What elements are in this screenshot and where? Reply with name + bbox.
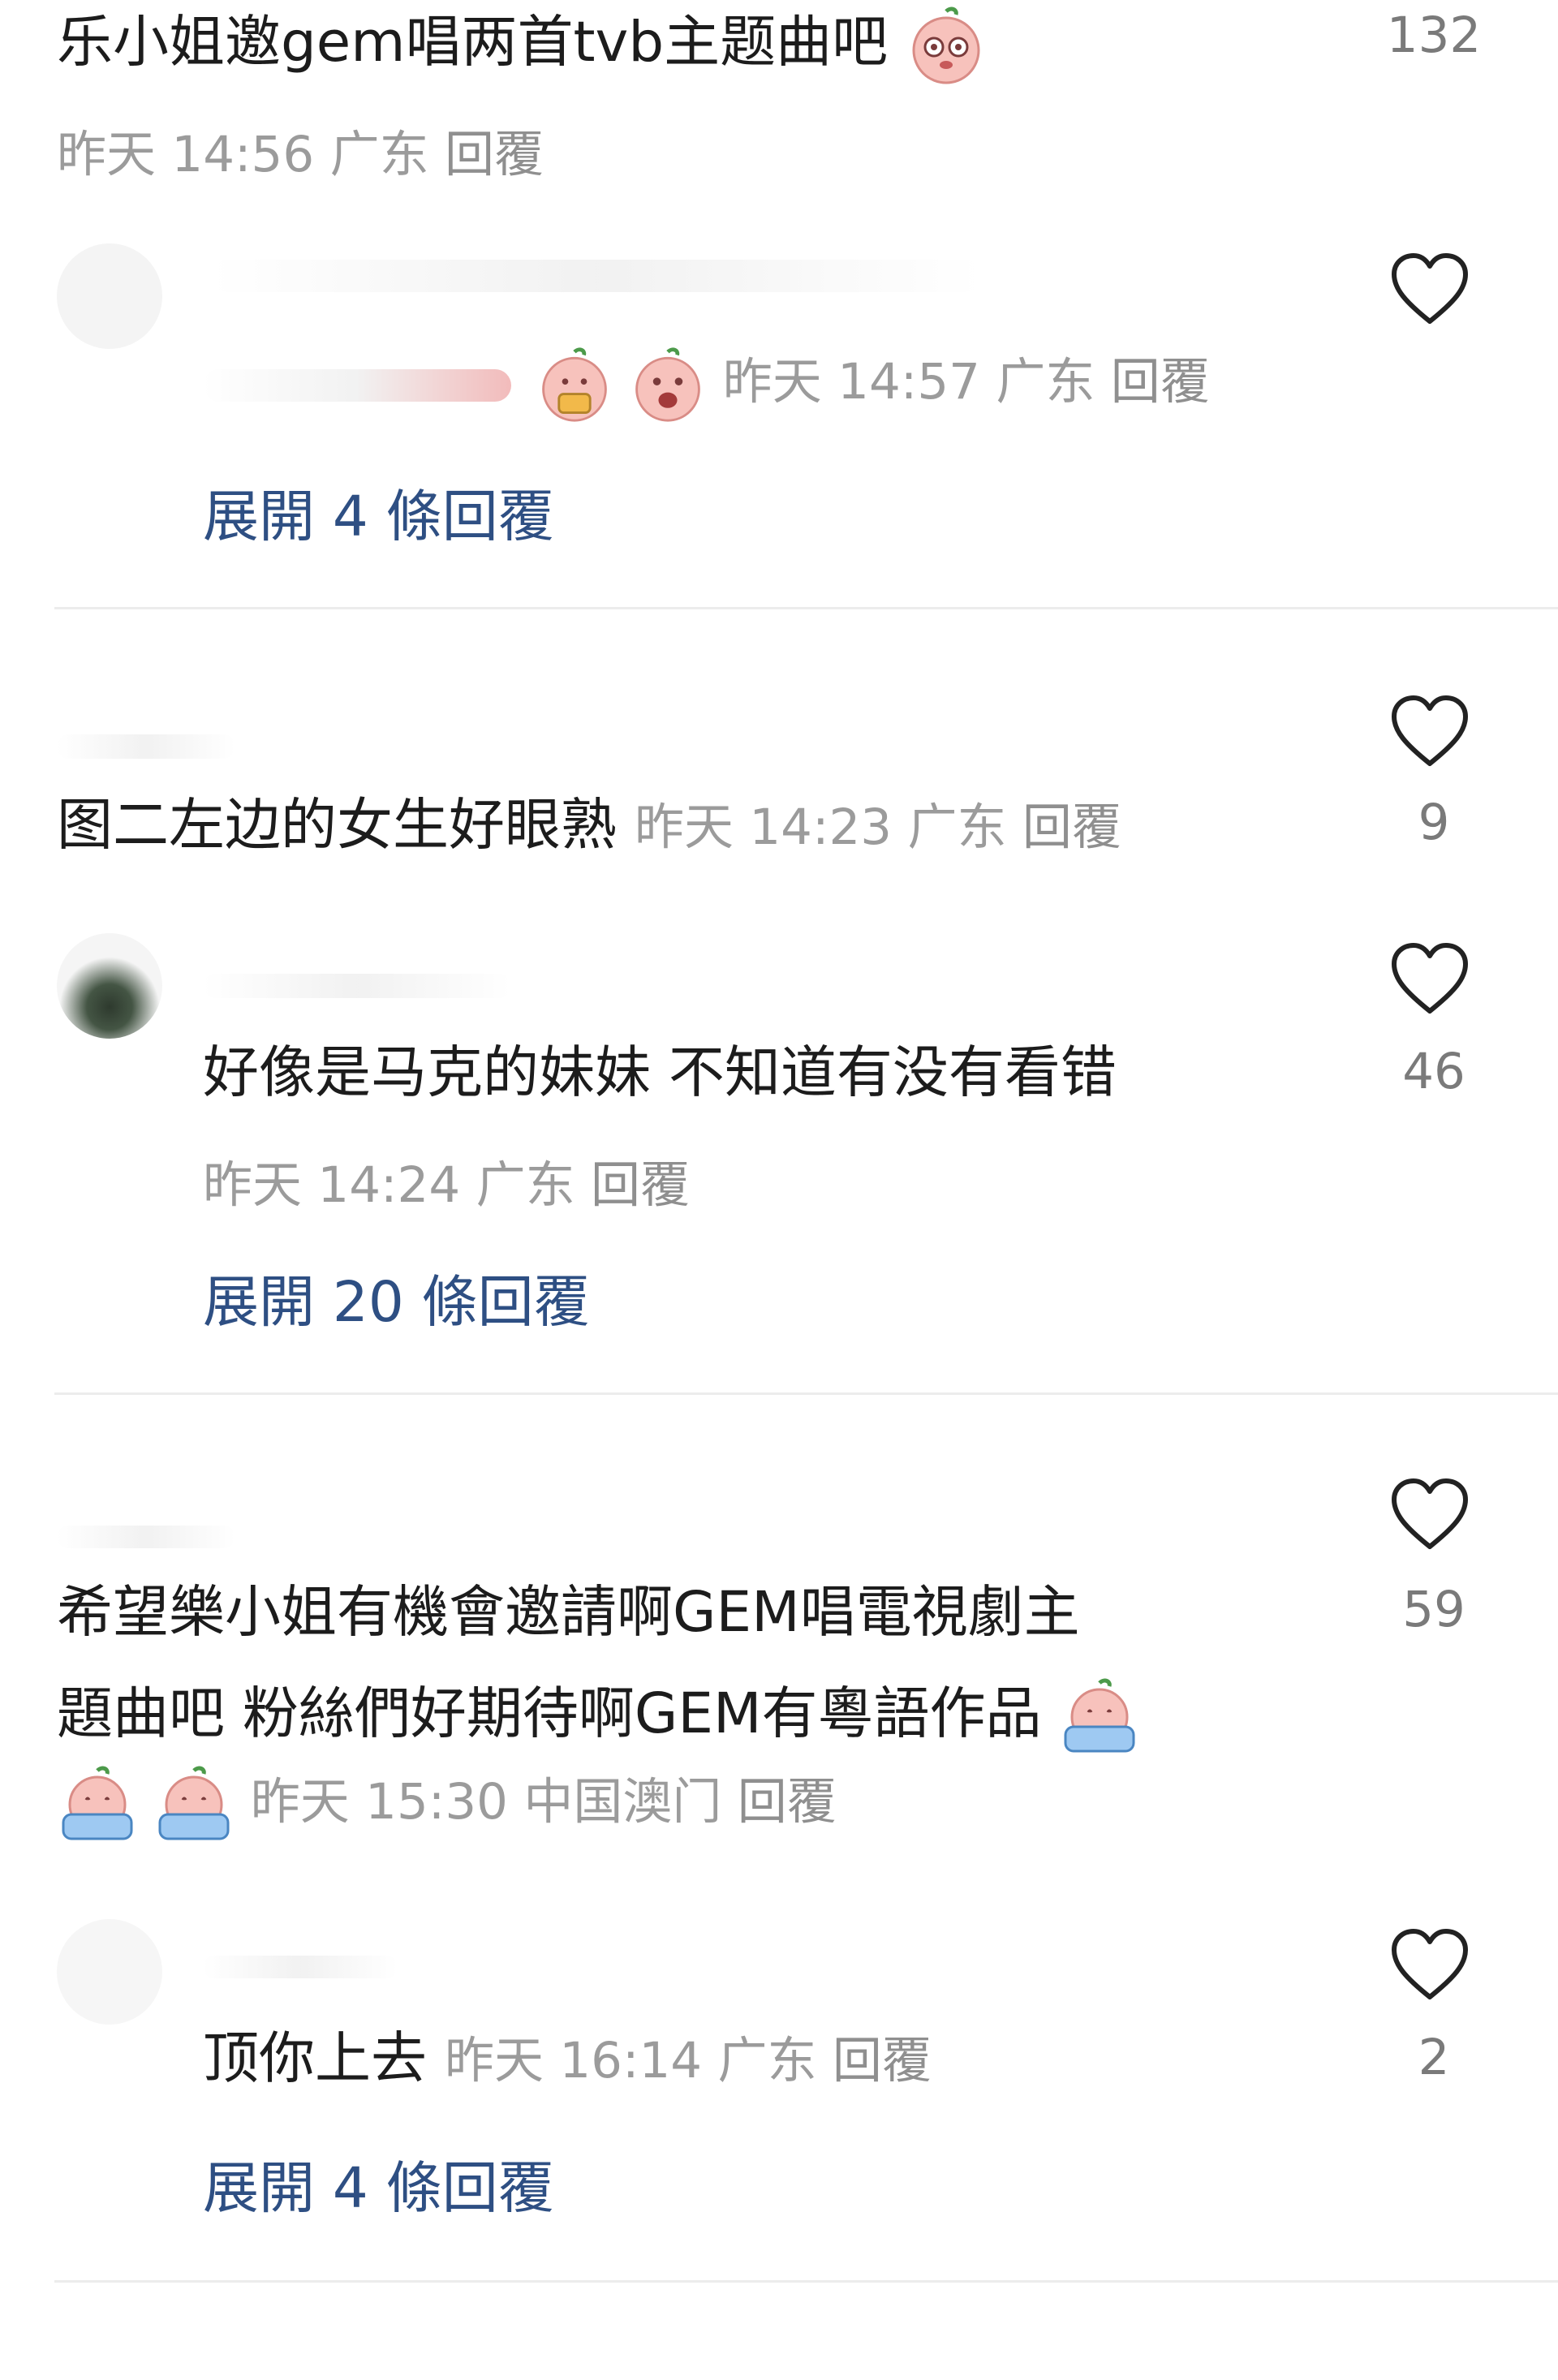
username-blurred[interactable] — [57, 734, 235, 759]
timestamp: 昨天 16:14 — [444, 2032, 703, 2089]
like-count: 132 — [1386, 6, 1482, 64]
reply-button[interactable]: 回覆 — [1022, 798, 1121, 856]
location: 广东 — [329, 126, 429, 183]
like-count: 9 — [1418, 794, 1450, 851]
reply-2-text: 好像是马克的妹妹 不知道有没有看错 — [203, 1040, 1117, 1105]
heart-outline-icon — [1392, 1929, 1468, 1999]
reply-text-blurred — [203, 369, 511, 402]
divider — [54, 607, 1558, 609]
like-heart-button[interactable] — [1389, 941, 1470, 1018]
expand-replies-link[interactable]: 展開 4 條回覆 — [203, 2142, 554, 2223]
peach-face-emoji-icon — [912, 6, 980, 84]
heart-outline-icon — [1392, 1478, 1468, 1549]
comment-1-meta: 昨天 14:56 广东 回覆 — [57, 114, 544, 186]
reply-3-text: 顶你上去 昨天 16:14 广东 回覆 — [203, 2026, 932, 2091]
location: 广东 — [717, 2032, 817, 2089]
reply-button[interactable]: 回覆 — [833, 2032, 932, 2089]
expand-replies-link[interactable]: 展開 20 條回覆 — [203, 1256, 590, 1337]
crying-peach-emoji-icon — [62, 1766, 133, 1840]
divider — [54, 2280, 1558, 2283]
reply-button[interactable]: 回覆 — [738, 1773, 837, 1831]
divider — [54, 1392, 1558, 1395]
avatar[interactable] — [57, 1919, 162, 2025]
username-blurred[interactable] — [203, 1956, 398, 1978]
expand-replies-link[interactable]: 展開 4 條回覆 — [203, 471, 554, 552]
timestamp: 昨天 14:24 — [203, 1156, 461, 1214]
heart-outline-icon — [1392, 943, 1468, 1014]
timestamp: 昨天 14:56 — [57, 126, 315, 183]
username-blurred[interactable] — [211, 260, 982, 292]
comment-3-text-line1: 希望樂小姐有機會邀請啊GEM唱電視劇主 — [57, 1580, 1080, 1645]
comment-3-text-line2: 題曲吧 粉絲們好期待啊GEM有粵語作品 — [57, 1663, 1140, 1764]
reply-button[interactable]: 回覆 — [445, 126, 544, 183]
username-blurred[interactable] — [203, 974, 511, 998]
location: 广东 — [996, 353, 1095, 411]
reply-button[interactable]: 回覆 — [591, 1156, 690, 1214]
like-count: 2 — [1418, 2029, 1450, 2086]
username-blurred[interactable] — [57, 1526, 235, 1548]
comment-1-text: 乐小姐邀gem唱两首tvb主题曲吧 — [57, 0, 987, 93]
location: 广东 — [907, 798, 1007, 856]
location: 中国澳门 — [523, 1773, 722, 1831]
comment-3-meta: 昨天 15:30 中国澳门 回覆 — [57, 1761, 837, 1845]
reply-button[interactable]: 回覆 — [1111, 353, 1210, 411]
timestamp: 昨天 14:57 — [722, 353, 980, 411]
reply-1-meta: 昨天 14:57 广东 回覆 — [536, 341, 1210, 424]
timestamp: 昨天 14:23 — [634, 798, 893, 856]
like-count: 59 — [1402, 1581, 1465, 1638]
like-heart-button[interactable] — [1389, 694, 1470, 770]
timestamp: 昨天 15:30 — [250, 1773, 508, 1831]
reply-2-meta: 昨天 14:24 广东 回覆 — [203, 1144, 690, 1216]
heart-outline-icon — [1392, 695, 1468, 766]
like-heart-button[interactable] — [1389, 252, 1470, 328]
like-heart-button[interactable] — [1389, 1927, 1470, 2003]
avatar[interactable] — [57, 243, 162, 349]
like-heart-button[interactable] — [1389, 1477, 1470, 1553]
crying-peach-emoji-icon — [158, 1766, 230, 1840]
heart-outline-icon — [1392, 253, 1468, 324]
location: 广东 — [476, 1156, 575, 1214]
peach-face-emoji-icon — [542, 347, 607, 422]
comment-2-text: 图二左边的女生好眼熟 昨天 14:23 广东 回覆 — [57, 793, 1121, 858]
avatar[interactable] — [57, 933, 162, 1039]
like-count: 46 — [1402, 1043, 1465, 1100]
crying-peach-emoji-icon — [1064, 1678, 1135, 1753]
peach-face-emoji-icon — [635, 347, 701, 422]
